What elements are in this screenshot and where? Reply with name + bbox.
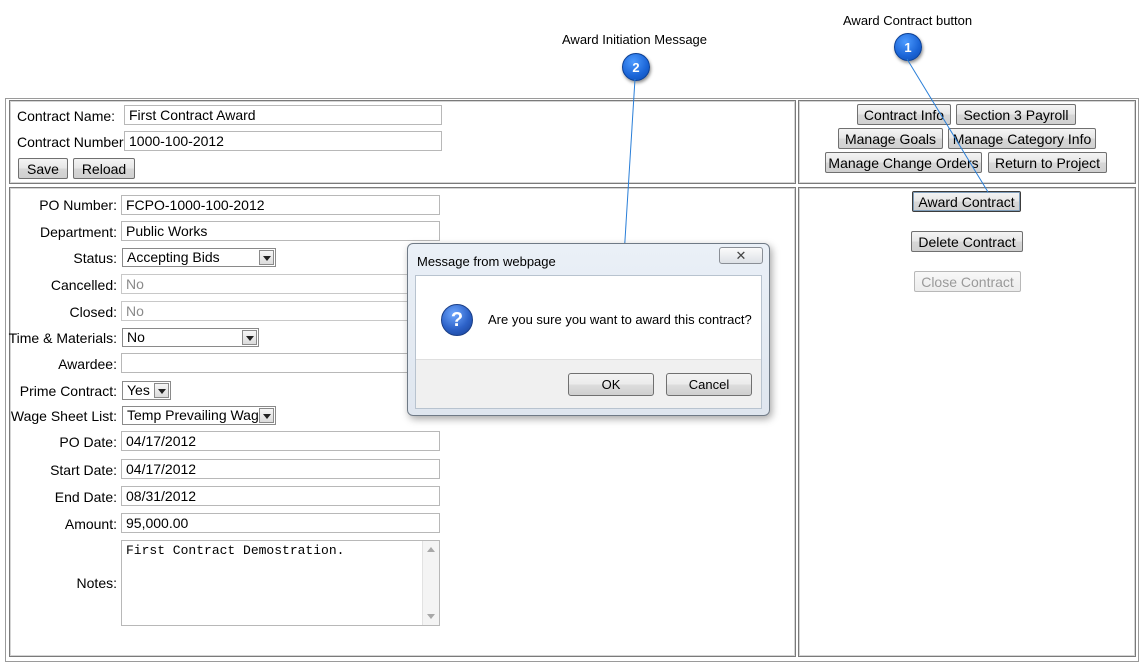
- contract-number-label: Contract Number:: [17, 134, 128, 150]
- po-date-input[interactable]: 04/17/2012: [121, 431, 440, 451]
- close-contract-button: Close Contract: [914, 271, 1021, 292]
- end-date-input[interactable]: 08/31/2012: [121, 486, 440, 506]
- scroll-up-icon[interactable]: [427, 547, 435, 552]
- award-contract-button[interactable]: Award Contract: [912, 191, 1021, 212]
- notes-label: Notes:: [76, 575, 117, 591]
- reload-button[interactable]: Reload: [73, 158, 135, 179]
- contract-header-panel: Contract Name: First Contract Award Cont…: [9, 100, 796, 184]
- dialog-footer: OK Cancel: [416, 359, 761, 408]
- department-input[interactable]: Public Works: [121, 221, 440, 241]
- time-materials-select-value: No: [127, 329, 145, 345]
- contract-name-label: Contract Name:: [17, 108, 116, 124]
- question-icon: ?: [441, 304, 473, 336]
- notes-scrollbar[interactable]: [422, 541, 439, 625]
- chevron-down-icon[interactable]: [242, 330, 257, 345]
- chevron-down-icon[interactable]: [154, 383, 169, 398]
- confirm-dialog: Message from webpage ✕ ? Are you sure yo…: [407, 243, 770, 416]
- closed-label: Closed:: [69, 304, 117, 320]
- wage-sheet-select-value: Temp Prevailing Wage: [127, 407, 267, 423]
- contract-info-button[interactable]: Contract Info: [857, 104, 951, 125]
- manage-change-orders-button[interactable]: Manage Change Orders: [825, 152, 982, 173]
- save-button[interactable]: Save: [18, 158, 68, 179]
- amount-input[interactable]: 95,000.00: [121, 513, 440, 533]
- status-select-value: Accepting Bids: [127, 249, 220, 265]
- chevron-down-icon[interactable]: [259, 250, 274, 265]
- contract-actions-panel: Award Contract Delete Contract Close Con…: [798, 187, 1136, 657]
- manage-goals-button[interactable]: Manage Goals: [838, 128, 943, 149]
- notes-text: First Contract Demostration.: [126, 543, 345, 558]
- status-select[interactable]: Accepting Bids: [122, 248, 276, 267]
- amount-label: Amount:: [64, 516, 117, 532]
- prime-contract-select[interactable]: Yes: [122, 381, 171, 400]
- callout-label-award-message: Award Initiation Message: [562, 32, 708, 47]
- contract-name-input[interactable]: First Contract Award: [124, 105, 442, 125]
- awardee-input[interactable]: [121, 353, 440, 373]
- notes-textarea[interactable]: First Contract Demostration.: [121, 540, 440, 626]
- prime-contract-select-value: Yes: [127, 382, 150, 398]
- time-materials-label: Time & Materials:: [8, 330, 117, 346]
- dialog-body: ? Are you sure you want to award this co…: [415, 275, 762, 409]
- dialog-title: Message from webpage: [417, 254, 556, 269]
- cancel-button[interactable]: Cancel: [666, 373, 752, 396]
- callout-badge-2: 2: [622, 53, 650, 81]
- time-materials-select[interactable]: No: [122, 328, 259, 347]
- wage-sheet-label: Wage Sheet List:: [10, 408, 117, 424]
- start-date-input[interactable]: 04/17/2012: [121, 459, 440, 479]
- cancelled-input: No: [121, 274, 440, 294]
- prime-contract-label: Prime Contract:: [19, 383, 117, 399]
- manage-category-info-button[interactable]: Manage Category Info: [948, 128, 1096, 149]
- awardee-label: Awardee:: [58, 356, 117, 372]
- cancelled-label: Cancelled:: [50, 277, 117, 293]
- po-number-input[interactable]: FCPO-1000-100-2012: [121, 195, 440, 215]
- close-icon[interactable]: ✕: [719, 247, 763, 264]
- section3-payroll-button[interactable]: Section 3 Payroll: [956, 104, 1076, 125]
- contract-nav-panel: Contract Info Section 3 Payroll Manage G…: [798, 100, 1136, 184]
- dialog-message: Are you sure you want to award this cont…: [488, 312, 752, 327]
- po-number-label: PO Number:: [39, 197, 117, 213]
- start-date-label: Start Date:: [50, 462, 117, 478]
- callout-label-award-contract: Award Contract button: [843, 13, 973, 28]
- closed-input: No: [121, 301, 440, 321]
- status-label: Status:: [73, 250, 117, 266]
- ok-button[interactable]: OK: [568, 373, 654, 396]
- scroll-down-icon[interactable]: [427, 614, 435, 619]
- end-date-label: End Date:: [54, 489, 117, 505]
- chevron-down-icon[interactable]: [259, 408, 274, 423]
- contract-number-input[interactable]: 1000-100-2012: [124, 131, 442, 151]
- wage-sheet-select[interactable]: Temp Prevailing Wage: [122, 406, 276, 425]
- callout-badge-1: 1: [894, 33, 922, 61]
- return-to-project-button[interactable]: Return to Project: [988, 152, 1107, 173]
- po-date-label: PO Date:: [59, 434, 117, 450]
- delete-contract-button[interactable]: Delete Contract: [911, 231, 1023, 252]
- department-label: Department:: [39, 224, 117, 240]
